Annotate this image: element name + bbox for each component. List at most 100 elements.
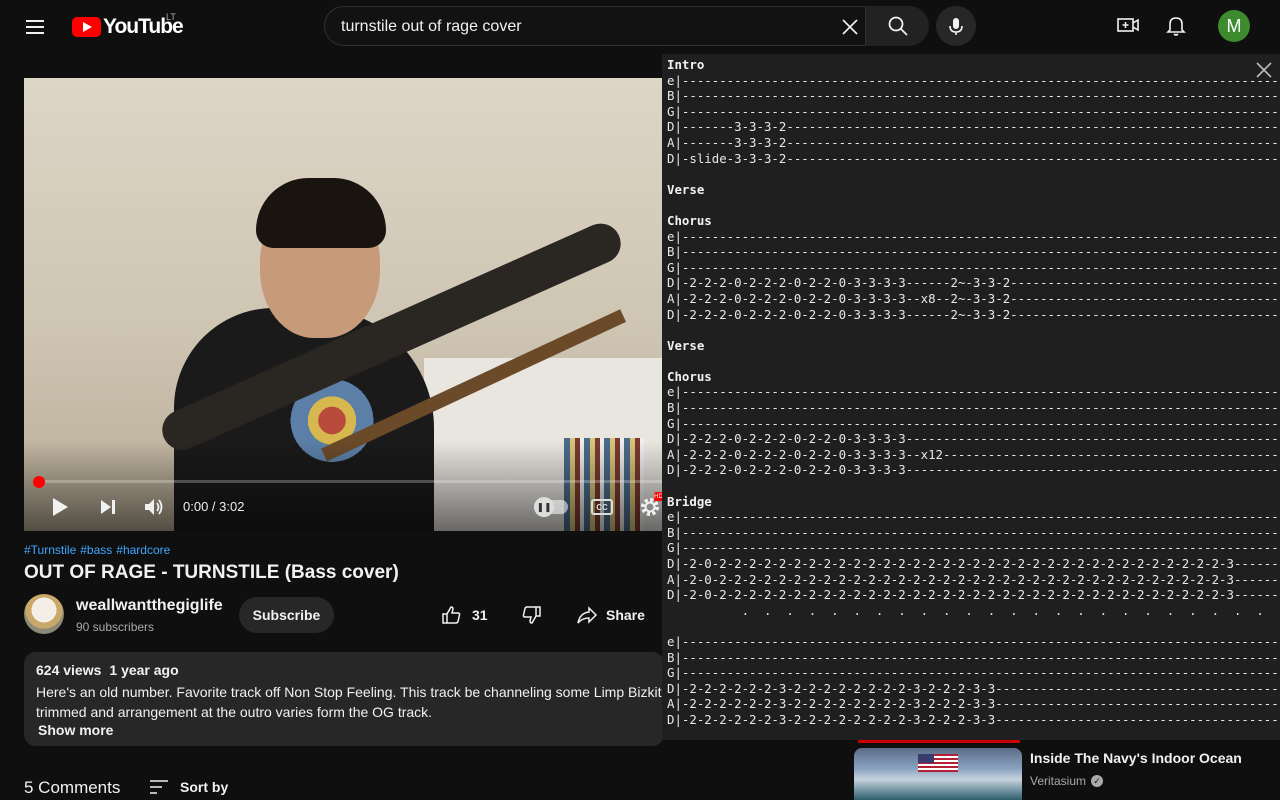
channel-avatar[interactable] xyxy=(24,594,64,634)
tab-line: B|--------------------------------------… xyxy=(667,244,1280,260)
video-meta: 624 views 1 year ago xyxy=(36,662,187,678)
tab-line: D|-------3-3-3-2------------------------… xyxy=(667,119,1280,135)
country-code: LT xyxy=(166,12,176,22)
description-line: Here's an old number. Favorite track off… xyxy=(36,684,664,700)
account-avatar[interactable]: M xyxy=(1218,10,1250,42)
top-bar: YouTube LT M xyxy=(0,0,1280,54)
tab-line: Bridge xyxy=(667,493,712,509)
recommendation-title[interactable]: Inside The Navy's Indoor Ocean xyxy=(1030,750,1242,766)
tab-line: D|-2-2-2-0-2-2-2-0-2-2-0-3-3-3-3------2~… xyxy=(667,306,1280,322)
video-title: OUT OF RAGE - TURNSTILE (Bass cover) xyxy=(24,562,399,583)
clear-search-icon[interactable] xyxy=(839,16,861,38)
tab-line: G|--------------------------------------… xyxy=(667,415,1280,431)
tab-line: D|-2-2-2-2-2-2-3-2-2-2-2-2-2-2-2-3-2-2-2… xyxy=(667,680,1280,696)
tab-line: D|-2-2-2-0-2-2-2-0-2-2-0-3-3-3-3------2~… xyxy=(667,275,1280,291)
sort-icon xyxy=(150,780,168,794)
recommendation-thumbnail[interactable] xyxy=(854,748,1022,800)
channel-name[interactable]: weallwantthegiglife xyxy=(76,597,223,615)
tab-line: G|--------------------------------------… xyxy=(667,540,1280,556)
description-line: trimmed and arrangement at the outro var… xyxy=(36,704,433,720)
tab-line: G|--------------------------------------… xyxy=(667,259,1280,275)
hashtag-row: #Turnstile #bass #hardcore xyxy=(24,543,174,557)
hashtag-link[interactable]: #hardcore xyxy=(116,543,170,557)
tab-line xyxy=(667,618,1280,634)
scrubber-handle[interactable] xyxy=(33,476,45,488)
skip-next-icon xyxy=(101,500,115,514)
share-icon xyxy=(577,606,598,624)
tab-line: A|-2-2-2-0-2-2-2-0-2-2-0-3-3-3-3--x12---… xyxy=(667,446,1280,462)
hd-badge: HD xyxy=(654,492,662,501)
tab-line: B|--------------------------------------… xyxy=(667,88,1280,104)
tab-line: e|--------------------------------------… xyxy=(667,384,1280,400)
tab-line: B|--------------------------------------… xyxy=(667,400,1280,416)
recommendation-channel[interactable]: Veritasium ✓ xyxy=(1030,774,1104,788)
progress-bar[interactable] xyxy=(36,480,662,483)
play-button[interactable] xyxy=(46,493,74,521)
dislike-button[interactable] xyxy=(518,599,546,631)
description-text: Here's an old number. Favorite track off… xyxy=(36,682,664,722)
tab-line: e|--------------------------------------… xyxy=(667,228,1280,244)
tab-line: e|--------------------------------------… xyxy=(667,72,1280,88)
description-box[interactable]: 624 views 1 year ago Here's an old number… xyxy=(24,652,664,746)
bass-tab-overlay: Intro e|---------------------------------… xyxy=(662,54,1280,740)
tab-line: A|-2-0-2-2-2-2-2-2-2-2-2-2-2-2-2-2-2-2-2… xyxy=(667,571,1280,587)
tab-line: D|-2-2-2-2-2-2-3-2-2-2-2-2-2-2-2-3-2-2-2… xyxy=(667,711,1280,727)
play-icon xyxy=(53,498,68,516)
video-player[interactable]: 0:00 / 3:02 ❚❚ CC HD xyxy=(24,78,662,531)
volume-icon xyxy=(145,499,163,515)
hashtag-link[interactable]: #Turnstile xyxy=(24,543,76,557)
menu-icon[interactable] xyxy=(24,15,48,39)
view-count: 624 views xyxy=(36,662,102,678)
tab-line: Verse xyxy=(667,181,705,197)
show-more-button[interactable]: Show more xyxy=(38,722,113,738)
tab-line: Chorus xyxy=(667,212,712,228)
search-input[interactable] xyxy=(341,15,821,39)
tab-line: Verse xyxy=(667,337,705,353)
microphone-icon xyxy=(949,18,963,35)
subscriber-count: 90 subscribers xyxy=(76,620,155,634)
tab-line: G|--------------------------------------… xyxy=(667,103,1280,119)
subscribe-button[interactable]: Subscribe xyxy=(239,597,334,633)
tab-line: . . . . . . . . . . . . . . . . . . . . … xyxy=(667,602,1264,618)
tab-line: A|-2-2-2-0-2-2-2-0-2-2-0-3-3-3-3--x8--2~… xyxy=(667,290,1280,306)
upload-age: 1 year ago xyxy=(109,662,179,678)
share-button[interactable]: Share xyxy=(576,599,645,631)
like-button[interactable]: 31 xyxy=(440,599,488,631)
tab-line: e|--------------------------------------… xyxy=(667,509,1280,525)
recommendation-channel-name: Veritasium xyxy=(1030,774,1087,788)
youtube-play-icon xyxy=(72,17,101,37)
search-button[interactable] xyxy=(865,6,929,46)
cc-icon: CC xyxy=(591,499,613,515)
flag-image xyxy=(918,754,958,772)
next-button[interactable] xyxy=(94,493,122,521)
tab-line xyxy=(667,166,1280,182)
tab-line: Chorus xyxy=(667,368,712,384)
thumbs-up-icon xyxy=(442,606,461,624)
sort-label: Sort by xyxy=(180,779,229,795)
voice-search-button[interactable] xyxy=(936,6,976,46)
tab-line: D|-slide-3-3-3-2------------------------… xyxy=(667,150,1280,166)
subtitles-button[interactable]: CC xyxy=(590,493,614,521)
notifications-button[interactable] xyxy=(1160,9,1192,41)
create-video-icon xyxy=(1117,18,1139,32)
comments-count: 5 Comments xyxy=(24,778,121,797)
volume-button[interactable] xyxy=(140,493,168,521)
autoplay-toggle[interactable]: ❚❚ xyxy=(534,497,568,517)
tab-line xyxy=(667,478,1280,494)
tab-line: D|-2-2-2-0-2-2-2-0-2-2-0-3-3-3-3--------… xyxy=(667,462,1280,478)
create-button[interactable] xyxy=(1112,9,1144,41)
tab-line: D|-2-0-2-2-2-2-2-2-2-2-2-2-2-2-2-2-2-2-2… xyxy=(667,556,1280,571)
tablature-text: Intro e|---------------------------------… xyxy=(667,57,1280,728)
share-label: Share xyxy=(606,607,645,623)
hashtag-link[interactable]: #bass xyxy=(80,543,112,557)
tab-line: B|--------------------------------------… xyxy=(667,649,1280,665)
pause-icon: ❚❚ xyxy=(534,497,554,517)
time-display: 0:00 / 3:02 xyxy=(183,499,245,514)
tab-line: A|-------3-3-3-2------------------------… xyxy=(667,134,1280,150)
tab-line: A|-2-2-2-2-2-2-3-2-2-2-2-2-2-2-2-3-2-2-2… xyxy=(667,696,1280,712)
tab-line xyxy=(667,197,1280,213)
sort-comments-button[interactable]: Sort by xyxy=(148,776,228,798)
search-icon xyxy=(888,16,908,36)
recommendation-progress xyxy=(858,740,1020,743)
tab-line: Intro xyxy=(667,57,705,72)
